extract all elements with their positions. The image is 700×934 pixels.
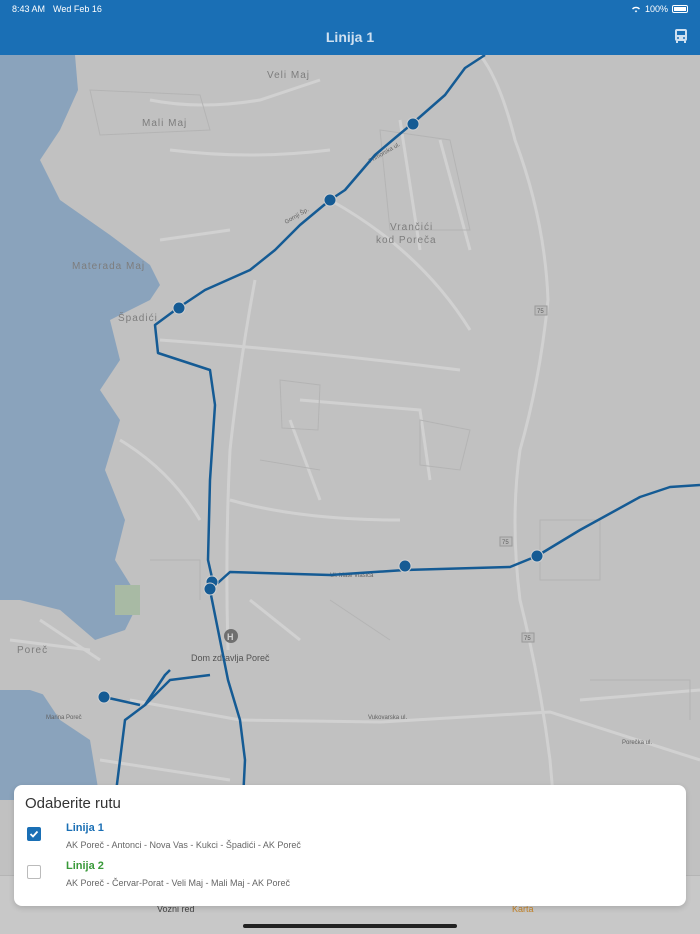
status-bar: 8:43 AM Wed Feb 16 100% [0, 0, 700, 18]
battery-icon [672, 5, 688, 13]
route-1-name: Linija 1 [66, 822, 104, 834]
route-option-linija-1[interactable]: Linija 1 AK Poreč - Antonci - Nova Vas -… [24, 822, 676, 860]
bus-icon[interactable] [672, 27, 690, 45]
route-2-checkbox[interactable] [27, 865, 41, 879]
route-picker-sheet: Odaberite rutu Linija 1 AK Poreč - Anton… [14, 785, 686, 906]
battery-percent: 100% [644, 4, 668, 14]
nav-bar: Linija 1 [0, 18, 700, 55]
route-2-name: Linija 2 [66, 860, 104, 872]
home-indicator [243, 924, 457, 928]
status-time: 8:43 AM [12, 4, 46, 14]
route-option-linija-2[interactable]: Linija 2 AK Poreč - Červar-Porat - Veli … [24, 860, 676, 898]
route-2-stops: AK Poreč - Červar-Porat - Veli Maj - Mal… [66, 878, 291, 888]
route-1-checkbox[interactable] [27, 827, 41, 841]
wifi-icon [631, 6, 640, 13]
status-date: Wed Feb 16 [53, 4, 102, 14]
sheet-title: Odaberite rutu [25, 795, 121, 812]
route-1-stops: AK Poreč - Antonci - Nova Vas - Kukci - … [66, 840, 301, 850]
checkmark-icon [29, 830, 39, 838]
page-title: Linija 1 [325, 28, 375, 45]
